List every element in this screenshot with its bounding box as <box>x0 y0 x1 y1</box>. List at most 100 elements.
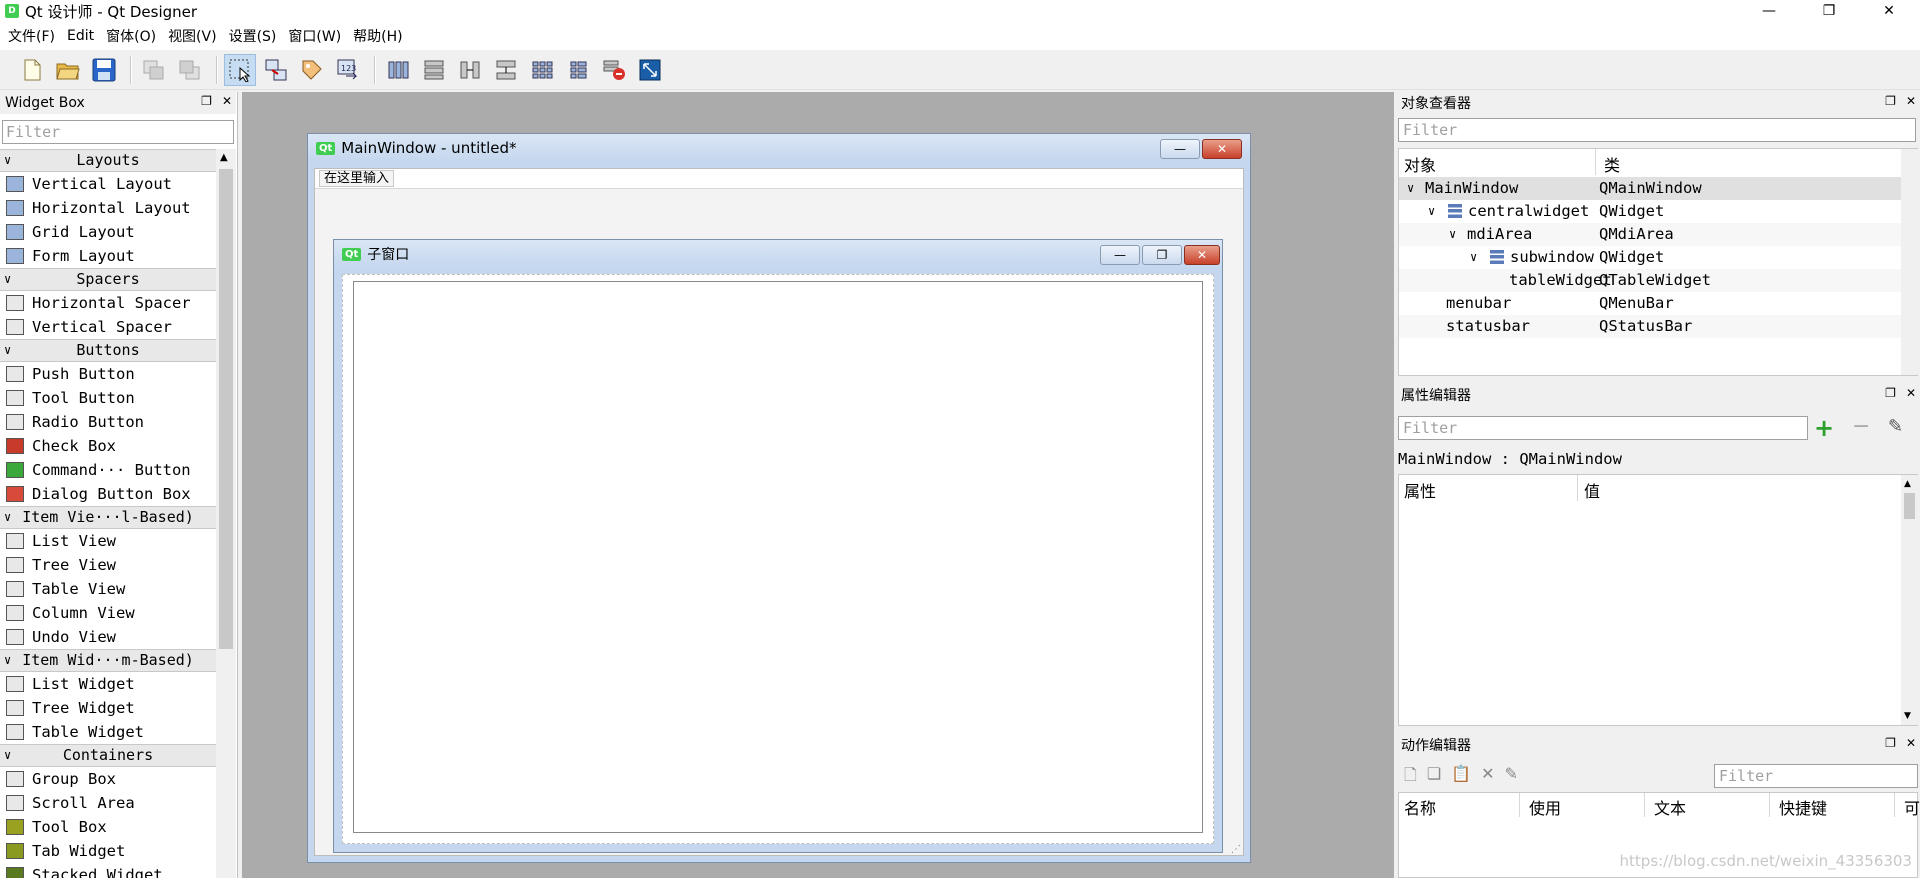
menu-file[interactable]: 文件(F) <box>2 26 61 46</box>
widget-item[interactable]: Tab Widget <box>0 839 216 863</box>
widget-box-scrollbar[interactable]: ▲ <box>216 149 236 878</box>
float-dock-icon[interactable]: ❐ <box>1885 736 1896 750</box>
float-dock-icon[interactable]: ❐ <box>1885 386 1896 400</box>
widget-item[interactable]: Horizontal Spacer <box>0 291 216 315</box>
menu-view[interactable]: 视图(V) <box>162 26 223 46</box>
send-back-icon[interactable] <box>174 54 206 86</box>
widget-item[interactable]: Undo View <box>0 625 216 649</box>
new-action-icon[interactable]: 🗋 <box>1404 764 1417 791</box>
object-tree-scrollbar[interactable] <box>1901 149 1918 375</box>
widget-item[interactable]: Grid Layout <box>0 220 216 244</box>
edit-signals-icon[interactable] <box>260 54 292 86</box>
copy-action-icon[interactable]: ❏ <box>1427 764 1441 791</box>
widget-item[interactable]: Group Box <box>0 767 216 791</box>
remove-property-icon[interactable]: − <box>1852 414 1870 439</box>
chevron-down-icon[interactable]: ∨ <box>1428 200 1435 223</box>
menu-window[interactable]: 窗口(W) <box>282 26 347 46</box>
edit-tab-order-icon[interactable]: 123 <box>332 54 364 86</box>
widget-item[interactable]: Vertical Spacer <box>0 315 216 339</box>
widget-item[interactable]: Tree Widget <box>0 696 216 720</box>
object-filter-input[interactable]: Filter <box>1398 118 1916 142</box>
float-dock-icon[interactable]: ❐ <box>201 94 212 108</box>
chevron-down-icon[interactable]: ∨ <box>1407 177 1414 200</box>
widget-item[interactable]: Table View <box>0 577 216 601</box>
subwindow-minimize-button[interactable]: — <box>1100 245 1140 265</box>
close-dock-icon[interactable]: ✕ <box>1906 94 1916 108</box>
close-dock-icon[interactable]: ✕ <box>1906 386 1916 400</box>
widget-category[interactable]: ∨ Layouts <box>0 149 216 172</box>
object-tree-row[interactable]: ∨ subwindow QWidget <box>1399 246 1903 269</box>
widget-box-filter-input[interactable]: Filter <box>2 120 234 144</box>
widget-item[interactable]: Tool Button <box>0 386 216 410</box>
widget-item[interactable]: Check Box <box>0 434 216 458</box>
table-widget[interactable] <box>353 281 1203 833</box>
property-column-header[interactable]: 属性 <box>1404 478 1436 502</box>
subwindow-close-button[interactable]: ✕ <box>1184 245 1220 265</box>
form-minimize-button[interactable]: — <box>1160 139 1200 159</box>
layout-horizontal-icon[interactable] <box>382 54 414 86</box>
minimize-button[interactable]: — <box>1746 0 1792 22</box>
object-tree-row[interactable]: ∨ centralwidget QWidget <box>1399 200 1903 223</box>
close-dock-icon[interactable]: ✕ <box>1906 736 1916 750</box>
widget-item[interactable]: Push Button <box>0 362 216 386</box>
chevron-down-icon[interactable]: ∨ <box>1449 223 1456 246</box>
maximize-button[interactable]: ❐ <box>1806 0 1852 22</box>
class-column-header[interactable]: 类 <box>1604 152 1620 176</box>
widget-category[interactable]: ∨ Spacers <box>0 268 216 291</box>
paste-action-icon[interactable]: 📋 <box>1451 764 1471 791</box>
mdi-subwindow[interactable]: Qt 子窗口 — ❐ ✕ <box>333 239 1223 853</box>
layout-form-icon[interactable] <box>562 54 594 86</box>
property-filter-input[interactable]: Filter <box>1398 416 1808 440</box>
widget-item[interactable]: Radio Button <box>0 410 216 434</box>
menu-settings[interactable]: 设置(S) <box>223 26 283 46</box>
form-window-mainwindow[interactable]: Qt MainWindow - untitled* — ✕ 在这里输入 Qt 子… <box>307 133 1251 863</box>
widget-item[interactable]: Dialog Button Box <box>0 482 216 506</box>
widget-category[interactable]: ∨ Item Vie···l-Based) <box>0 506 216 529</box>
layout-splitter-h-icon[interactable] <box>454 54 486 86</box>
form-close-button[interactable]: ✕ <box>1202 139 1242 159</box>
widget-item[interactable]: Form Layout <box>0 244 216 268</box>
widget-item[interactable]: Column View <box>0 601 216 625</box>
scrollbar-thumb[interactable] <box>219 169 233 649</box>
float-dock-icon[interactable]: ❐ <box>1885 94 1896 108</box>
resize-grip-icon[interactable]: ⋰ <box>1231 844 1241 855</box>
layout-vertical-icon[interactable] <box>418 54 450 86</box>
menu-edit[interactable]: Edit <box>61 28 100 44</box>
widget-item[interactable]: List Widget <box>0 672 216 696</box>
widget-item[interactable]: Horizontal Layout <box>0 196 216 220</box>
action-column-used[interactable]: 使用 <box>1529 795 1561 819</box>
object-tree-row[interactable]: ∨ MainWindow QMainWindow <box>1399 177 1903 200</box>
widget-category[interactable]: ∨ Item Wid···m-Based) <box>0 649 216 672</box>
action-column-shortcut[interactable]: 快捷键 <box>1779 795 1827 819</box>
widget-item[interactable]: Stacked Widget <box>0 863 216 878</box>
object-column-header[interactable]: 对象 <box>1404 152 1436 176</box>
action-filter-input[interactable]: Filter <box>1714 764 1918 788</box>
object-tree-row[interactable]: tableWidget QTableWidget <box>1399 269 1903 292</box>
open-file-icon[interactable] <box>52 54 84 86</box>
action-column-name[interactable]: 名称 <box>1404 795 1436 819</box>
action-column-checkable[interactable]: 可 <box>1904 795 1920 819</box>
chevron-down-icon[interactable]: ∨ <box>1470 246 1477 269</box>
widget-item[interactable]: Command··· Button <box>0 458 216 482</box>
form-menu-placeholder[interactable]: 在这里输入 <box>319 170 395 187</box>
widget-item[interactable]: Tree View <box>0 553 216 577</box>
menu-help[interactable]: 帮助(H) <box>347 26 408 46</box>
scroll-down-icon[interactable]: ▼ <box>1904 711 1911 721</box>
widget-item[interactable]: Tool Box <box>0 815 216 839</box>
layout-splitter-v-icon[interactable] <box>490 54 522 86</box>
object-tree-row[interactable]: ∨ mdiArea QMdiArea <box>1399 223 1903 246</box>
save-icon[interactable] <box>88 54 120 86</box>
add-property-icon[interactable]: + <box>1814 414 1834 442</box>
widget-category[interactable]: ∨ Buttons <box>0 339 216 362</box>
widget-item[interactable]: Vertical Layout <box>0 172 216 196</box>
value-column-header[interactable]: 值 <box>1584 478 1600 502</box>
new-file-icon[interactable] <box>16 54 48 86</box>
subwindow-restore-button[interactable]: ❐ <box>1142 245 1182 265</box>
widget-item[interactable]: List View <box>0 529 216 553</box>
layout-grid-icon[interactable] <box>526 54 558 86</box>
widget-item[interactable]: Scroll Area <box>0 791 216 815</box>
object-tree-row[interactable]: statusbar QStatusBar <box>1399 315 1903 338</box>
break-layout-icon[interactable] <box>598 54 630 86</box>
scroll-up-icon[interactable]: ▲ <box>1904 479 1911 489</box>
action-column-text[interactable]: 文本 <box>1654 795 1686 819</box>
